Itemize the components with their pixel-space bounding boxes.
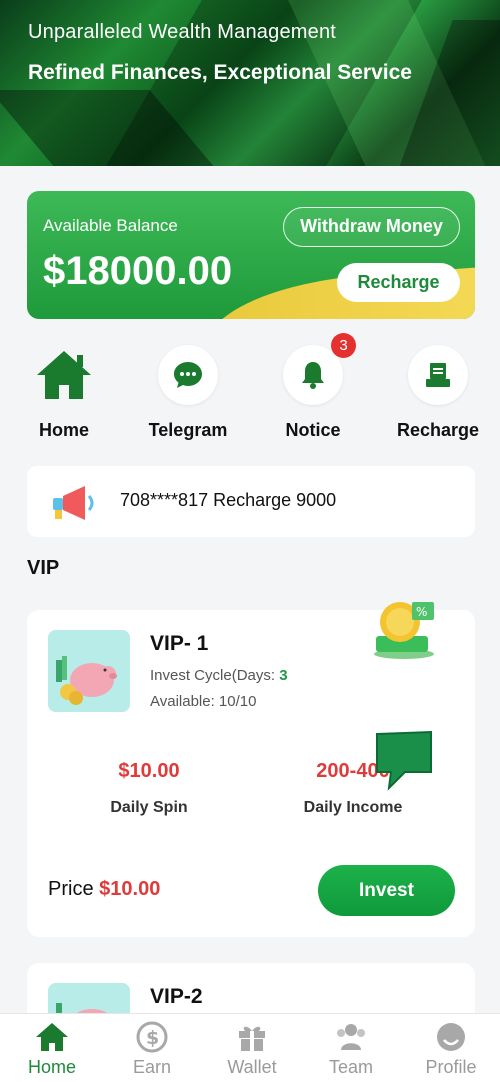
svg-text:%: %	[416, 605, 427, 619]
coins-illustration: %	[372, 598, 442, 665]
quick-action-telegram[interactable]: Telegram	[138, 345, 238, 441]
vip-plan-name: VIP-2	[150, 985, 203, 1008]
quick-action-label: Telegram	[148, 420, 228, 440]
svg-text:$: $	[146, 1027, 159, 1049]
notification-badge: 3	[331, 333, 356, 358]
piggy-bank-image	[48, 630, 130, 712]
hero-subtitle: Unparalleled Wealth Management	[28, 21, 337, 43]
invest-cycle: Invest Cycle(Days: 3	[150, 667, 288, 684]
tab-label: Earn	[132, 1057, 172, 1077]
quick-action-label: Home	[38, 420, 89, 440]
tab-wallet[interactable]: Wallet	[202, 1020, 302, 1078]
daily-spin-value: $10.00	[118, 760, 180, 782]
quick-action-home[interactable]: Home	[14, 345, 114, 441]
daily-income-label: Daily Income	[303, 799, 403, 816]
balance-value: $18000.00	[43, 249, 233, 293]
tab-team[interactable]: Team	[301, 1020, 401, 1078]
recharge-button[interactable]: Recharge	[337, 263, 460, 302]
gift-icon	[202, 1020, 302, 1054]
hero-banner: Unparalleled Wealth Management Refined F…	[0, 0, 500, 166]
notice-text: 708****817 Recharge 9000	[120, 490, 337, 510]
invest-button[interactable]: Invest	[318, 865, 455, 916]
vip-plan-card: VIP- 1 Invest Cycle(Days: 3 Available: 1…	[27, 602, 475, 937]
quick-action-label: Recharge	[396, 420, 480, 440]
wallet-icon	[408, 345, 468, 405]
price: Price $10.00	[48, 878, 161, 900]
vip-plan-name: VIP- 1	[150, 632, 209, 655]
balance-label: Available Balance	[43, 216, 178, 235]
team-icon	[301, 1020, 401, 1054]
tab-label: Profile	[425, 1057, 477, 1077]
bell-icon: 3	[283, 333, 356, 405]
balance-card: Available Balance $18000.00 Withdraw Mon…	[27, 191, 475, 319]
recharge-notice-bar: 708****817 Recharge 9000	[27, 466, 475, 537]
tab-label: Wallet	[227, 1057, 277, 1077]
chat-bubble-icon[interactable]	[373, 730, 435, 797]
profile-icon	[401, 1020, 500, 1054]
daily-spin-label: Daily Spin	[110, 799, 188, 816]
tab-label: Home	[27, 1057, 76, 1077]
quick-action-recharge[interactable]: Recharge	[388, 345, 488, 441]
section-title-vip: VIP	[27, 557, 60, 579]
tab-earn[interactable]: $ Earn	[102, 1020, 202, 1078]
bottom-tab-bar: Home $ Earn Wallet Team Profile	[0, 1013, 500, 1082]
quick-action-notice[interactable]: 3 Notice	[263, 333, 363, 441]
tab-label: Team	[328, 1057, 373, 1077]
home-icon	[34, 345, 94, 405]
chat-icon	[158, 345, 218, 405]
home-icon	[2, 1020, 102, 1054]
hero-title: Refined Finances, Exceptional Service	[28, 61, 412, 84]
quick-action-label: Notice	[285, 420, 341, 440]
megaphone-icon	[49, 484, 99, 527]
dollar-icon: $	[102, 1020, 202, 1054]
availability: Available: 10/10	[150, 693, 257, 710]
tab-home[interactable]: Home	[2, 1020, 102, 1078]
withdraw-money-button[interactable]: Withdraw Money	[283, 207, 460, 247]
tab-profile[interactable]: Profile	[401, 1020, 500, 1078]
